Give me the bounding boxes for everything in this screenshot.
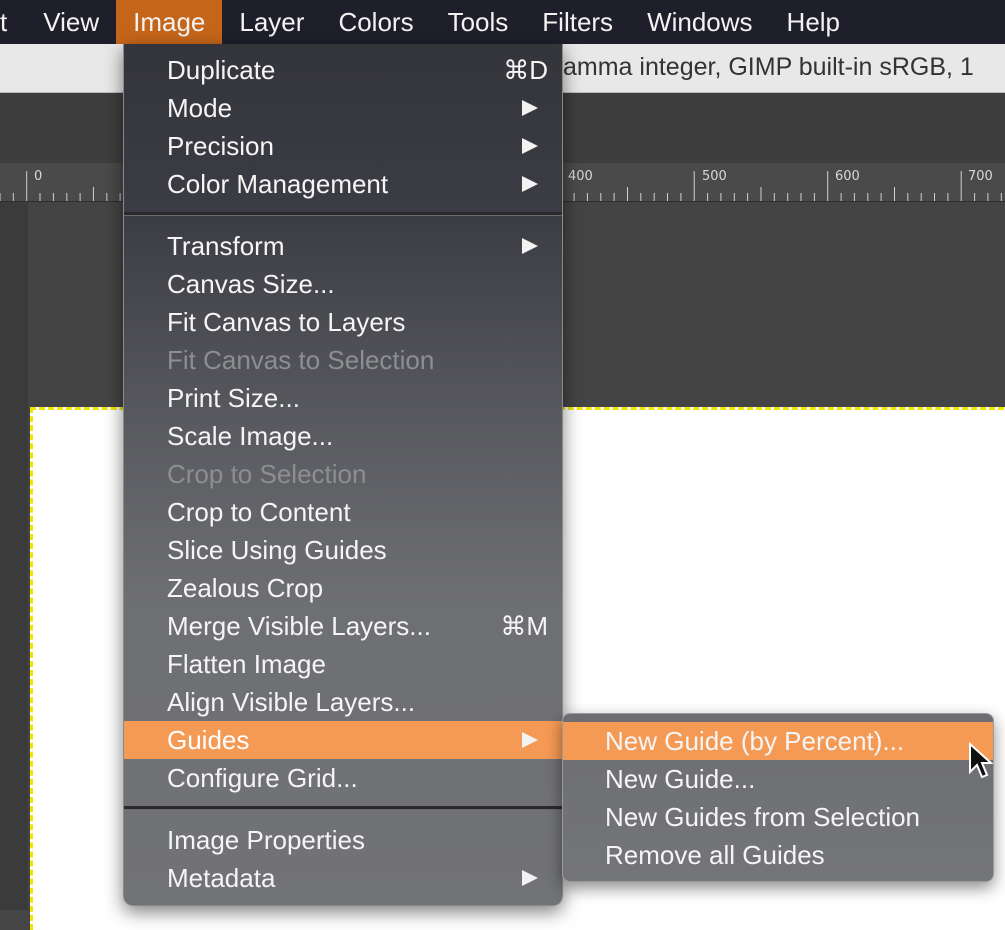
- menu-colors[interactable]: Colors: [321, 0, 430, 44]
- menu-tools[interactable]: Tools: [431, 0, 526, 44]
- menu-item-label: Crop to Selection: [167, 459, 367, 489]
- menu-item-label: Image Properties: [167, 825, 365, 855]
- submenu-arrow-icon: [522, 138, 538, 154]
- mouse-pointer-icon: [969, 742, 994, 779]
- menu-item-label: Fit Canvas to Selection: [167, 345, 435, 375]
- menu-item-label: Fit Canvas to Layers: [167, 307, 406, 337]
- menu-item-color-management[interactable]: Color Management: [124, 165, 562, 203]
- ruler-label: 700: [968, 169, 993, 184]
- menu-item-fit-canvas-to-layers[interactable]: Fit Canvas to Layers: [124, 303, 562, 341]
- submenu-arrow-icon: [522, 870, 538, 886]
- menu-item-precision[interactable]: Precision: [124, 127, 562, 165]
- menu-layer[interactable]: Layer: [222, 0, 321, 44]
- menu-item-label: Align Visible Layers...: [167, 687, 416, 717]
- ruler-label: 400: [568, 169, 593, 184]
- menu-item-label: Flatten Image: [167, 649, 326, 679]
- menu-item-fit-canvas-to-selection: Fit Canvas to Selection: [124, 341, 562, 379]
- menu-item-flatten-image[interactable]: Flatten Image: [124, 645, 562, 683]
- menu-bar: t View Image Layer Colors Tools Filters …: [0, 0, 1005, 44]
- menu-item-mode[interactable]: Mode: [124, 89, 562, 127]
- submenu-item-new-guide-by-percent[interactable]: New Guide (by Percent)...: [563, 722, 993, 760]
- menu-item-label: Print Size...: [167, 383, 300, 413]
- menu-item-label: Mode: [167, 93, 233, 123]
- menu-edit-partial[interactable]: t: [0, 0, 26, 44]
- menu-item-scale-image[interactable]: Scale Image...: [124, 417, 562, 455]
- submenu-arrow-icon: [522, 100, 538, 116]
- menu-item-label: Precision: [167, 131, 274, 161]
- menu-item-canvas-size[interactable]: Canvas Size...: [124, 265, 562, 303]
- guides-submenu: New Guide (by Percent)... New Guide... N…: [562, 713, 994, 882]
- menu-separator: [124, 212, 562, 216]
- menu-item-label: Configure Grid...: [167, 763, 358, 793]
- menu-item-slice-using-guides[interactable]: Slice Using Guides: [124, 531, 562, 569]
- menu-filters[interactable]: Filters: [525, 0, 630, 44]
- submenu-arrow-icon: [522, 238, 538, 254]
- menu-item-align-visible-layers[interactable]: Align Visible Layers...: [124, 683, 562, 721]
- menu-item-guides[interactable]: Guides: [124, 721, 562, 759]
- menu-view[interactable]: View: [26, 0, 116, 44]
- menu-item-configure-grid[interactable]: Configure Grid...: [124, 759, 562, 797]
- submenu-item-new-guides-from-selection[interactable]: New Guides from Selection: [563, 798, 993, 836]
- menu-item-label: Canvas Size...: [167, 269, 335, 299]
- submenu-item-remove-all-guides[interactable]: Remove all Guides: [563, 836, 993, 874]
- menu-item-label: Slice Using Guides: [167, 535, 387, 565]
- menu-item-label: Merge Visible Layers...: [167, 611, 431, 641]
- shortcut-label: ⌘D: [503, 55, 548, 85]
- submenu-arrow-icon: [522, 176, 538, 192]
- menu-item-label: Crop to Content: [167, 497, 351, 527]
- menu-help[interactable]: Help: [770, 0, 857, 44]
- ruler-label: 600: [835, 169, 860, 184]
- menu-item-label: Guides: [167, 725, 250, 755]
- menu-separator: [124, 806, 562, 810]
- ruler-label: 500: [702, 169, 727, 184]
- menu-item-transform[interactable]: Transform: [124, 227, 562, 265]
- shortcut-label: ⌘M: [500, 611, 548, 641]
- menu-item-zealous-crop[interactable]: Zealous Crop: [124, 569, 562, 607]
- menu-item-label: Zealous Crop: [167, 573, 324, 603]
- submenu-item-new-guide[interactable]: New Guide...: [563, 760, 993, 798]
- menu-item-crop-to-selection: Crop to Selection: [124, 455, 562, 493]
- menu-image[interactable]: Image: [116, 0, 223, 44]
- ruler-label: 0: [34, 169, 43, 184]
- image-info-text: amma integer, GIMP built-in sRGB, 1: [563, 53, 974, 81]
- menu-item-metadata[interactable]: Metadata: [124, 859, 562, 897]
- menu-windows[interactable]: Windows: [630, 0, 769, 44]
- image-menu-dropdown: Duplicate ⌘D Mode Precision Color Manage…: [123, 44, 563, 906]
- menu-item-label: Color Management: [167, 169, 389, 199]
- menu-item-label: Duplicate: [167, 55, 276, 85]
- menu-item-print-size[interactable]: Print Size...: [124, 379, 562, 417]
- vertical-ruler[interactable]: [0, 202, 28, 910]
- menu-item-merge-visible-layers[interactable]: Merge Visible Layers... ⌘M: [124, 607, 562, 645]
- menu-item-image-properties[interactable]: Image Properties: [124, 821, 562, 859]
- menu-item-label: Transform: [167, 231, 285, 261]
- menu-item-label: Scale Image...: [167, 421, 334, 451]
- menu-item-duplicate[interactable]: Duplicate ⌘D: [124, 51, 562, 89]
- submenu-arrow-icon: [522, 732, 538, 748]
- menu-item-crop-to-content[interactable]: Crop to Content: [124, 493, 562, 531]
- menu-item-label: Metadata: [167, 863, 276, 893]
